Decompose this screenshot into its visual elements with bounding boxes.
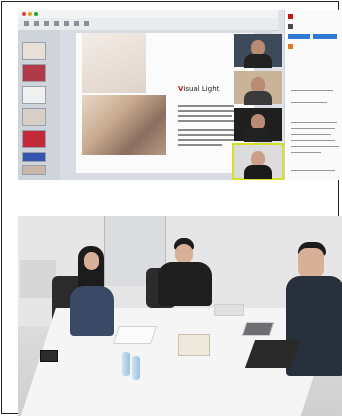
toolbar-icon[interactable]	[64, 21, 69, 26]
slide-thumbnail[interactable]	[22, 42, 46, 60]
tablet-device	[241, 322, 275, 336]
chat-action-button[interactable]	[288, 34, 310, 39]
slide-thumbnail[interactable]	[22, 108, 46, 126]
water-bottle	[122, 352, 130, 376]
person-face	[298, 248, 324, 278]
participant-video-tile[interactable]	[234, 34, 282, 68]
slide-body-text	[178, 139, 238, 141]
toolbar-icon[interactable]	[24, 21, 29, 26]
water-bottle	[132, 356, 140, 380]
meeting-room-photo	[18, 216, 342, 416]
tissue-box	[178, 334, 210, 356]
slide-body-text	[178, 105, 234, 107]
slide-body-text	[178, 129, 238, 131]
slide-body-text	[178, 110, 238, 112]
close-window-icon[interactable]	[22, 12, 26, 16]
person-body	[158, 262, 212, 306]
app-menubar	[18, 10, 278, 18]
chat-text-line	[291, 128, 335, 129]
slide-body-text	[178, 134, 234, 136]
toolbar-icon[interactable]	[84, 21, 89, 26]
participant-video-strip	[232, 34, 284, 180]
phone-device	[40, 350, 58, 362]
person-body	[286, 276, 342, 376]
participant-body	[244, 91, 272, 105]
slide-thumbnail[interactable]	[22, 130, 46, 148]
participant-body	[244, 54, 272, 68]
maximize-window-icon[interactable]	[34, 12, 38, 16]
chat-text-line	[291, 90, 333, 91]
chat-text-line	[291, 134, 331, 135]
slide-thumbnail[interactable]	[22, 64, 46, 82]
slide-photo-hand	[82, 95, 166, 155]
chat-text-line	[291, 146, 339, 147]
slide-body-text	[178, 120, 236, 122]
slide-body-text	[178, 115, 232, 117]
chat-action-button[interactable]	[313, 34, 337, 39]
chat-text-line	[291, 170, 335, 171]
participant-video-tile[interactable]	[234, 108, 282, 142]
participant-body	[244, 165, 272, 179]
wall-shelf	[20, 260, 56, 298]
chat-avatar-icon	[288, 44, 293, 49]
toolbar-icon[interactable]	[44, 21, 49, 26]
participant-body	[244, 128, 272, 142]
chat-message	[288, 24, 295, 29]
person-face	[84, 252, 99, 270]
chat-message	[288, 44, 295, 49]
chat-text-line	[291, 122, 337, 123]
person-body	[70, 286, 114, 336]
minimize-window-icon[interactable]	[28, 12, 32, 16]
video-conference-screenshot: Visual Light	[18, 10, 342, 180]
paper-document	[214, 304, 244, 316]
figure-frame: Visual Light	[1, 1, 342, 416]
slide-photo-top	[82, 33, 146, 93]
chat-avatar-icon	[288, 14, 293, 19]
chat-text-line	[291, 152, 321, 153]
chat-text-line	[291, 102, 327, 103]
slide-thumbnail-panel	[18, 30, 60, 180]
participant-video-tile[interactable]	[234, 71, 282, 105]
slide-thumbnail[interactable]	[22, 152, 46, 162]
slide-body-text	[178, 144, 222, 146]
slide-thumbnail[interactable]	[22, 86, 46, 104]
slide-thumbnail[interactable]	[22, 165, 46, 175]
chat-message	[288, 14, 295, 19]
slide-logo: Visual Light	[178, 85, 220, 93]
toolbar-icon[interactable]	[54, 21, 59, 26]
chat-panel	[284, 10, 342, 180]
toolbar-icon[interactable]	[34, 21, 39, 26]
active-speaker-video-tile[interactable]	[232, 143, 284, 180]
chat-text-line	[291, 140, 335, 141]
person-face	[175, 244, 193, 264]
current-slide[interactable]: Visual Light	[76, 33, 254, 173]
chat-avatar-icon	[288, 24, 293, 29]
paper-document	[113, 326, 157, 344]
toolbar-icon[interactable]	[74, 21, 79, 26]
